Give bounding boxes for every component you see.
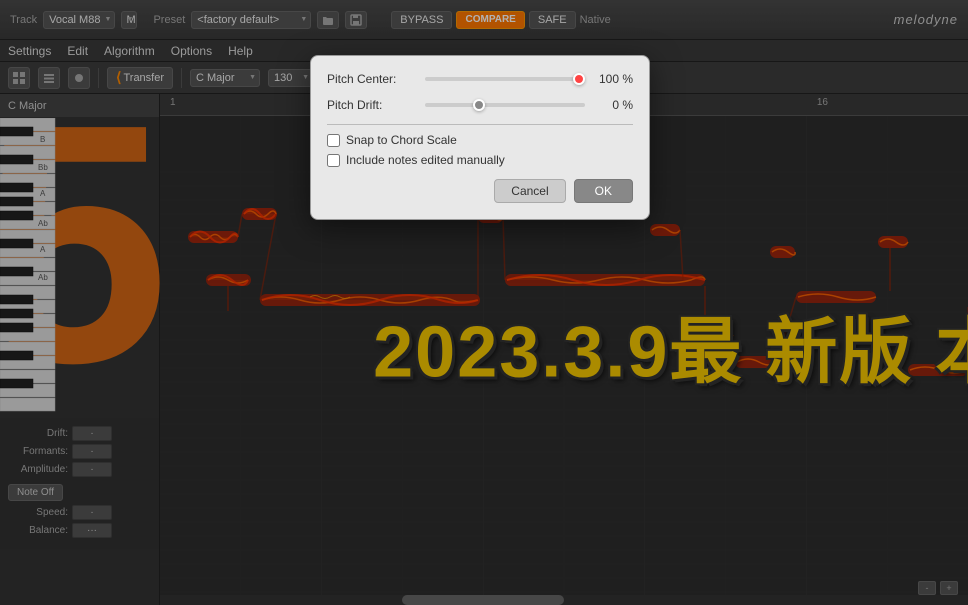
include-manually-checkbox[interactable] xyxy=(327,154,340,167)
pitch-drift-slider-track[interactable] xyxy=(425,103,585,107)
pitch-drift-row: Pitch Drift: 0 % xyxy=(327,98,633,112)
pitch-drift-label: Pitch Drift: xyxy=(327,98,417,112)
dialog-overlay: Pitch Center: 100 % Pitch Drift: 0 % Sna… xyxy=(0,0,968,605)
snap-chord-scale-label: Snap to Chord Scale xyxy=(346,133,457,147)
dialog-divider xyxy=(327,124,633,125)
snap-chord-scale-checkbox[interactable] xyxy=(327,134,340,147)
pitch-center-slider-thumb[interactable] xyxy=(573,73,585,85)
dialog-cancel-button[interactable]: Cancel xyxy=(494,179,565,203)
snap-chord-scale-row: Snap to Chord Scale xyxy=(327,133,633,147)
dialog-buttons: Cancel OK xyxy=(327,179,633,203)
pitch-center-slider-track[interactable] xyxy=(425,77,585,81)
include-manually-label: Include notes edited manually xyxy=(346,153,505,167)
pitch-center-label: Pitch Center: xyxy=(327,72,417,86)
include-manually-row: Include notes edited manually xyxy=(327,153,633,167)
dialog-ok-button[interactable]: OK xyxy=(574,179,633,203)
pitch-center-row: Pitch Center: 100 % xyxy=(327,72,633,86)
pitch-center-value: 100 % xyxy=(593,72,633,86)
pitch-drift-slider-thumb[interactable] xyxy=(473,99,485,111)
pitch-drift-value: 0 % xyxy=(593,98,633,112)
pitch-quantize-dialog: Pitch Center: 100 % Pitch Drift: 0 % Sna… xyxy=(310,55,650,220)
